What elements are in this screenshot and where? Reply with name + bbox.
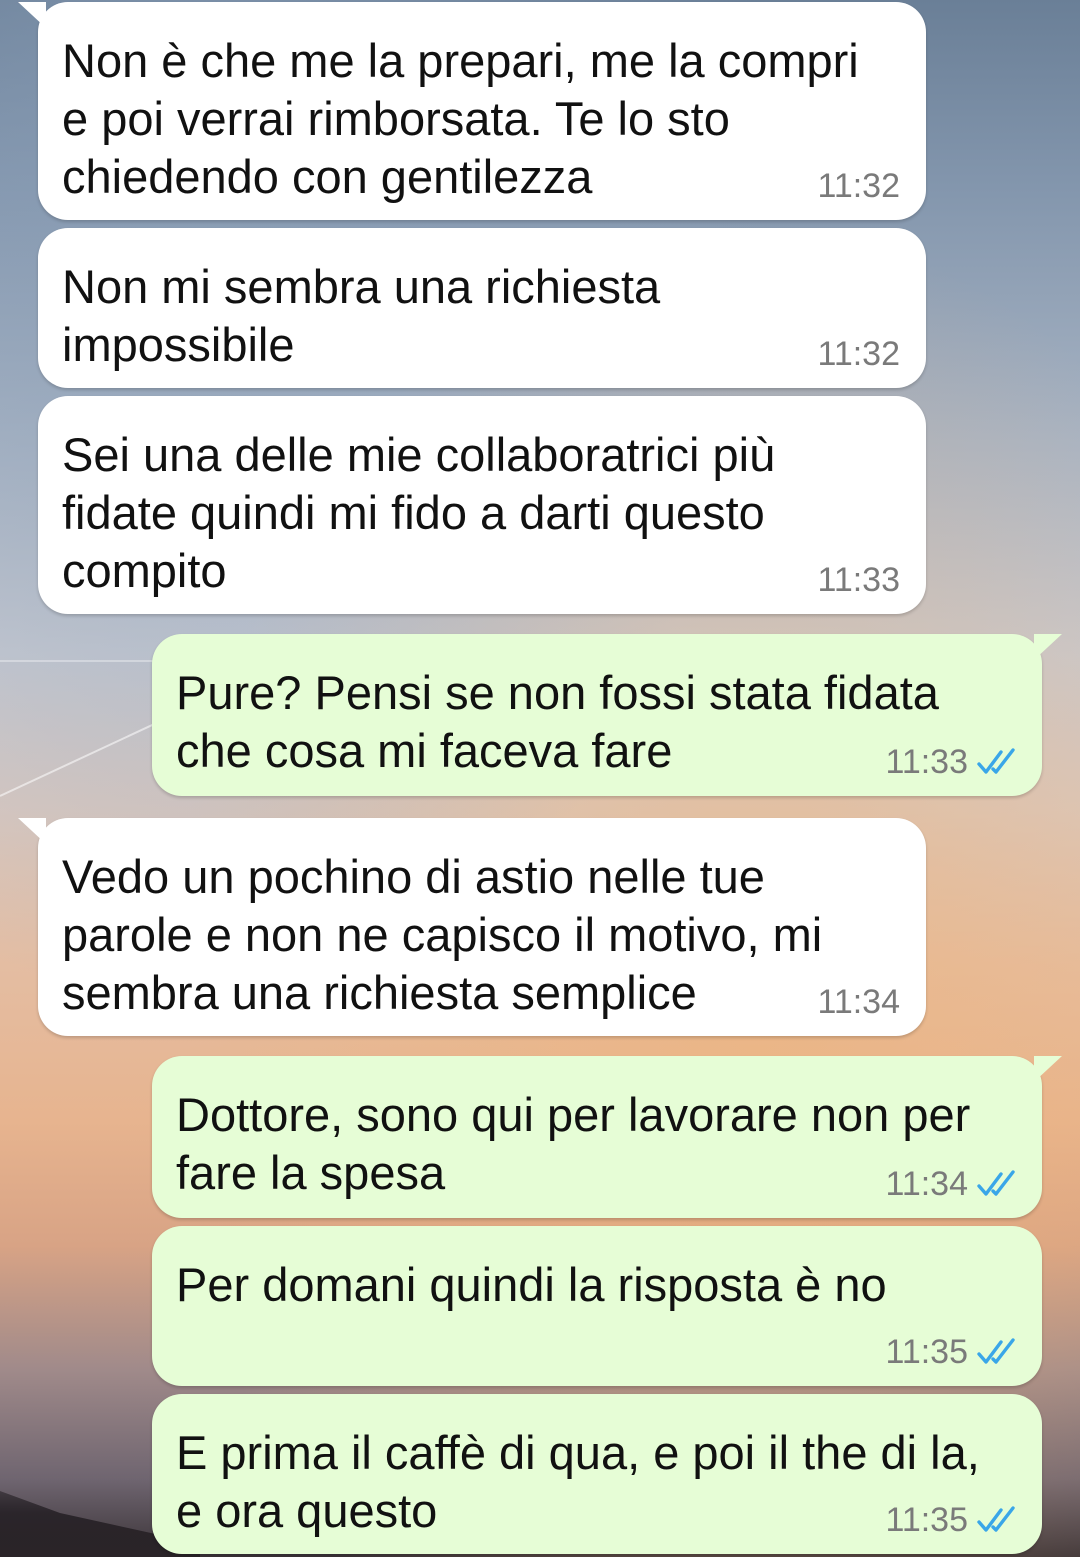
incoming-message[interactable]: Sei una delle mie collaboratrici più fid… <box>38 396 926 614</box>
message-meta: 11:33 <box>885 742 1018 782</box>
double-check-read-icon <box>977 748 1015 774</box>
message-meta: 11:32 <box>817 334 900 374</box>
wallpaper-light-streak <box>0 714 173 797</box>
outgoing-message[interactable]: Per domani quindi la risposta è no 11:35 <box>152 1226 1042 1386</box>
message-text: Per domani quindi la risposta è no <box>176 1258 887 1311</box>
incoming-message[interactable]: Non mi sembra una richiesta impossibile … <box>38 228 926 388</box>
message-time: 11:34 <box>817 983 900 1021</box>
message-time: 11:33 <box>817 561 900 599</box>
outgoing-message[interactable]: Pure? Pensi se non fossi stata fidata ch… <box>152 634 1062 796</box>
message-time: 11:35 <box>885 1333 968 1371</box>
message-text: Vedo un pochino di astio nelle tue parol… <box>62 850 823 1019</box>
message-meta: 11:34 <box>885 1164 1018 1204</box>
incoming-message[interactable]: Vedo un pochino di astio nelle tue parol… <box>18 818 926 1036</box>
message-text: Non è che me la prepari, me la compri e … <box>62 34 859 203</box>
message-time: 11:32 <box>817 167 900 205</box>
message-meta: 11:35 <box>885 1500 1018 1540</box>
double-check-read-icon <box>977 1170 1015 1196</box>
double-check-read-icon <box>977 1338 1015 1364</box>
message-time: 11:35 <box>885 1501 968 1539</box>
incoming-message[interactable]: Non è che me la prepari, me la compri e … <box>18 2 926 220</box>
wallpaper-light-streak <box>0 660 160 662</box>
outgoing-message[interactable]: Dottore, sono qui per lavorare non per f… <box>152 1056 1062 1218</box>
message-meta: 11:35 <box>885 1332 1018 1372</box>
message-time: 11:33 <box>885 743 968 781</box>
message-text: Non mi sembra una richiesta impossibile <box>62 260 661 371</box>
message-meta: 11:32 <box>817 166 900 206</box>
message-text: Sei una delle mie collaboratrici più fid… <box>62 428 776 597</box>
message-meta: 11:34 <box>817 982 900 1022</box>
message-time: 11:34 <box>885 1165 968 1203</box>
message-meta: 11:33 <box>817 560 900 600</box>
outgoing-message[interactable]: E prima il caffè di qua, e poi il the di… <box>152 1394 1042 1554</box>
double-check-read-icon <box>977 1506 1015 1532</box>
message-time: 11:32 <box>817 335 900 373</box>
